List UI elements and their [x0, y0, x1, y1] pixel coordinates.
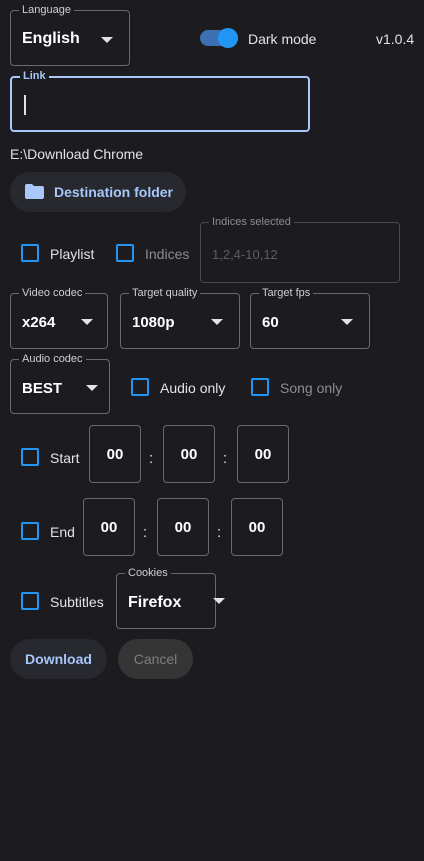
cookies-legend: Cookies — [125, 566, 171, 580]
audio-codec-value: BEST — [22, 380, 63, 397]
target-quality-dropdown[interactable]: Target quality 1080p — [120, 286, 240, 349]
audio-only-checkbox[interactable] — [131, 378, 149, 396]
indices-selected-legend: Indices selected — [209, 215, 294, 229]
link-field[interactable]: Link — [10, 70, 310, 132]
start-label: Start — [50, 450, 80, 466]
end-minutes-field[interactable]: 00 — [157, 498, 209, 556]
target-fps-value: 60 — [262, 314, 279, 331]
end-hours-field[interactable]: 00 — [83, 498, 135, 556]
start-checkbox[interactable] — [21, 448, 39, 466]
end-separator: : — [143, 524, 148, 541]
indices-checkbox[interactable] — [116, 244, 134, 262]
target-quality-legend: Target quality — [129, 286, 201, 300]
chevron-down-icon — [101, 37, 113, 43]
end-seconds-field[interactable]: 00 — [231, 498, 283, 556]
end-label: End — [50, 524, 75, 540]
destination-folder-label: Destination folder — [54, 184, 174, 200]
cookies-dropdown[interactable]: Cookies Firefox — [116, 566, 216, 629]
cookies-value: Firefox — [128, 594, 182, 611]
start-hours-field[interactable]: 00 — [89, 425, 141, 483]
audio-codec-dropdown[interactable]: Audio codec BEST — [10, 352, 110, 414]
subtitles-label: Subtitles — [50, 594, 104, 610]
start-separator: : — [223, 450, 228, 467]
link-legend: Link — [20, 70, 49, 82]
chevron-down-icon — [81, 319, 93, 325]
dark-mode-label: Dark mode — [248, 31, 317, 47]
destination-folder-button[interactable]: Destination folder — [10, 172, 186, 212]
audio-only-label: Audio only — [160, 380, 226, 396]
end-separator: : — [217, 524, 222, 541]
version-label: v1.0.4 — [376, 31, 415, 47]
target-quality-value: 1080p — [132, 314, 175, 331]
indices-placeholder: 1,2,4-10,12 — [212, 247, 278, 262]
chevron-down-icon — [86, 385, 98, 391]
audio-codec-legend: Audio codec — [19, 352, 86, 366]
start-seconds-field[interactable]: 00 — [237, 425, 289, 483]
toggle-thumb[interactable] — [218, 28, 238, 48]
chevron-down-icon — [213, 598, 225, 604]
start-separator: : — [149, 450, 154, 467]
song-only-checkbox[interactable] — [251, 378, 269, 396]
subtitles-checkbox[interactable] — [21, 592, 39, 610]
download-button[interactable]: Download — [10, 639, 107, 679]
text-cursor — [24, 95, 26, 115]
language-dropdown[interactable]: Language English — [10, 3, 130, 66]
target-fps-dropdown[interactable]: Target fps 60 — [250, 286, 370, 349]
destination-path: E:\Download Chrome — [10, 146, 144, 162]
indices-label: Indices — [145, 246, 190, 262]
playlist-checkbox[interactable] — [21, 244, 39, 262]
chevron-down-icon — [211, 319, 223, 325]
song-only-label: Song only — [280, 380, 343, 396]
cancel-button[interactable]: Cancel — [118, 639, 193, 679]
language-value: English — [22, 30, 80, 47]
video-codec-value: x264 — [22, 314, 56, 331]
target-fps-legend: Target fps — [259, 286, 314, 300]
link-input[interactable] — [20, 90, 300, 118]
video-codec-dropdown[interactable]: Video codec x264 — [10, 286, 108, 349]
start-minutes-field[interactable]: 00 — [163, 425, 215, 483]
chevron-down-icon — [341, 319, 353, 325]
playlist-label: Playlist — [50, 246, 95, 262]
language-legend: Language — [19, 3, 74, 17]
video-codec-legend: Video codec — [19, 286, 86, 300]
folder-icon — [25, 184, 44, 199]
indices-selected-field[interactable]: Indices selected 1,2,4-10,12 — [200, 215, 400, 283]
end-checkbox[interactable] — [21, 522, 39, 540]
